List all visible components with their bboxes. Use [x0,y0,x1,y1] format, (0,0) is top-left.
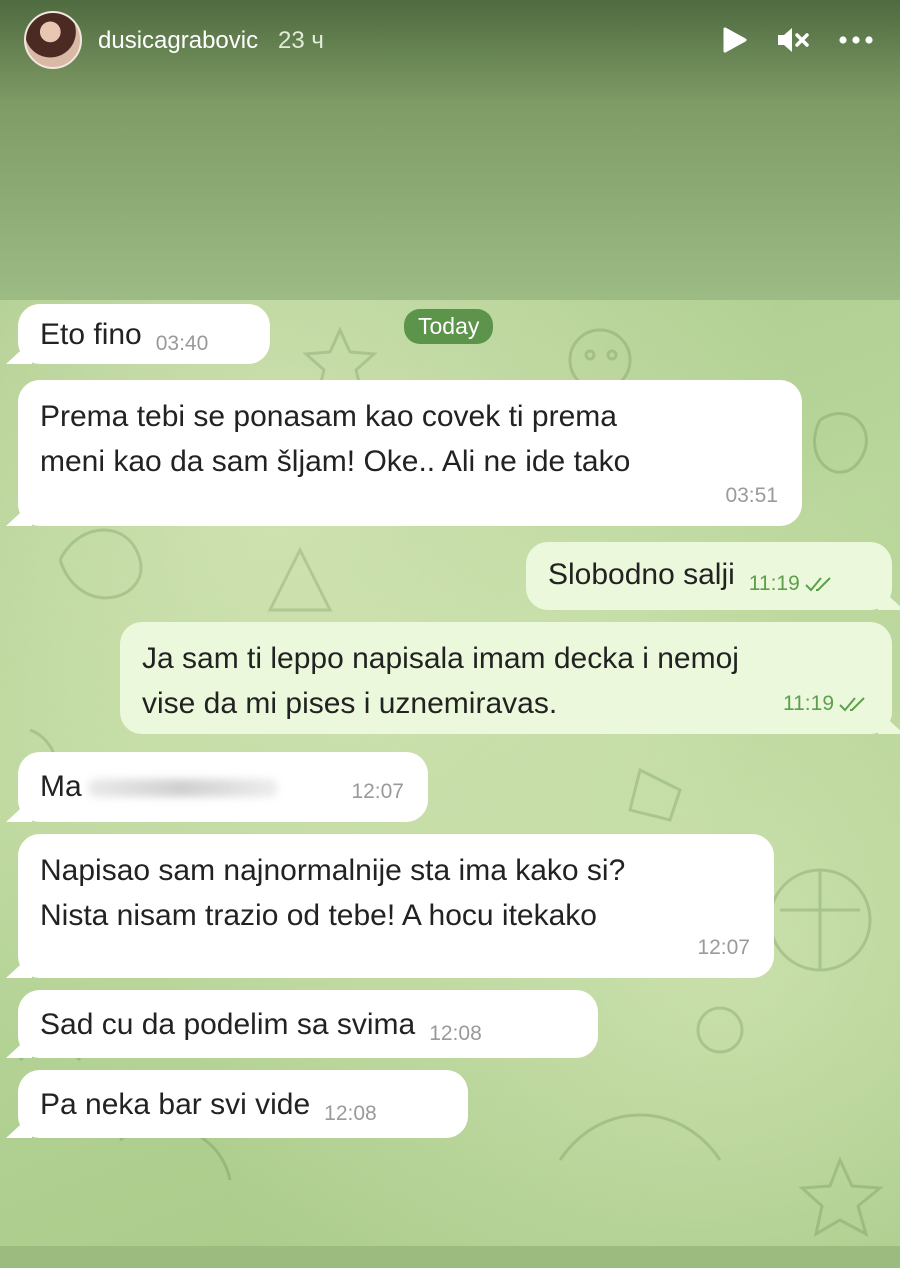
message-incoming[interactable]: Prema tebi se ponasam kao covek ti prema… [18,380,802,526]
read-ticks-icon [805,577,831,592]
message-time: 11:19 [783,681,868,726]
message-time-value: 11:19 [748,572,800,595]
message-text: Eto fino [40,318,142,351]
username[interactable]: dusicagrabovic [98,27,258,55]
message-text: Pa neka bar svi vide [40,1088,311,1121]
play-icon[interactable] [720,26,748,54]
story-time-ago: 23 ч [278,27,324,54]
message-outgoing[interactable]: Slobodno salji 11:19 [526,542,892,610]
message-time: 12:07 [697,936,750,959]
message-text-line: meni kao da sam šljam! Oke.. Ali ne ide … [40,445,631,478]
story-header: dusicagrabovic 23 ч [0,0,900,80]
message-text-line: Nista nisam trazio od tebe! A hocu iteka… [40,899,597,932]
message-incoming[interactable]: Ma 12:07 [18,752,428,822]
message-incoming[interactable]: Pa neka bar svi vide 12:08 [18,1070,468,1138]
message-text: Ma [40,770,82,803]
message-incoming[interactable]: Sad cu da podelim sa svima 12:08 [18,990,598,1058]
read-ticks-icon [839,697,865,712]
message-time-value: 11:19 [783,692,834,715]
more-icon[interactable] [838,30,874,50]
message-text-line: Ja sam ti leppo napisala imam decka i ne… [142,642,739,675]
mute-icon[interactable] [776,25,810,55]
message-time: 12:08 [429,1022,482,1045]
message-incoming[interactable]: Napisao sam najnormalnije sta ima kako s… [18,834,774,978]
message-text: Sad cu da podelim sa svima [40,1008,416,1041]
message-time: 03:40 [155,332,209,355]
date-separator: Today [404,309,494,344]
message-time: 12:07 [351,780,404,803]
message-text: Slobodno salji [548,558,735,591]
blurred-text [87,779,278,798]
message-text-line: vise da mi pises i uznemiravas. [142,687,558,720]
message-text-line: Napisao sam najnormalnije sta ima kako s… [40,854,626,887]
message-time: 12:08 [324,1102,377,1125]
avatar[interactable] [24,11,82,69]
chat-area[interactable]: Today Eto fino 03:40 Prema tebi se ponasa… [0,300,900,1246]
message-time: 11:19 [749,572,834,595]
message-incoming[interactable]: Eto fino 03:40 [18,304,270,364]
message-outgoing[interactable]: Ja sam ti leppo napisala imam decka i ne… [120,622,892,734]
message-time: 03:51 [725,484,778,507]
story-bottom-bar [0,1246,900,1268]
message-text-line: Prema tebi se ponasam kao covek ti prema [40,400,617,433]
